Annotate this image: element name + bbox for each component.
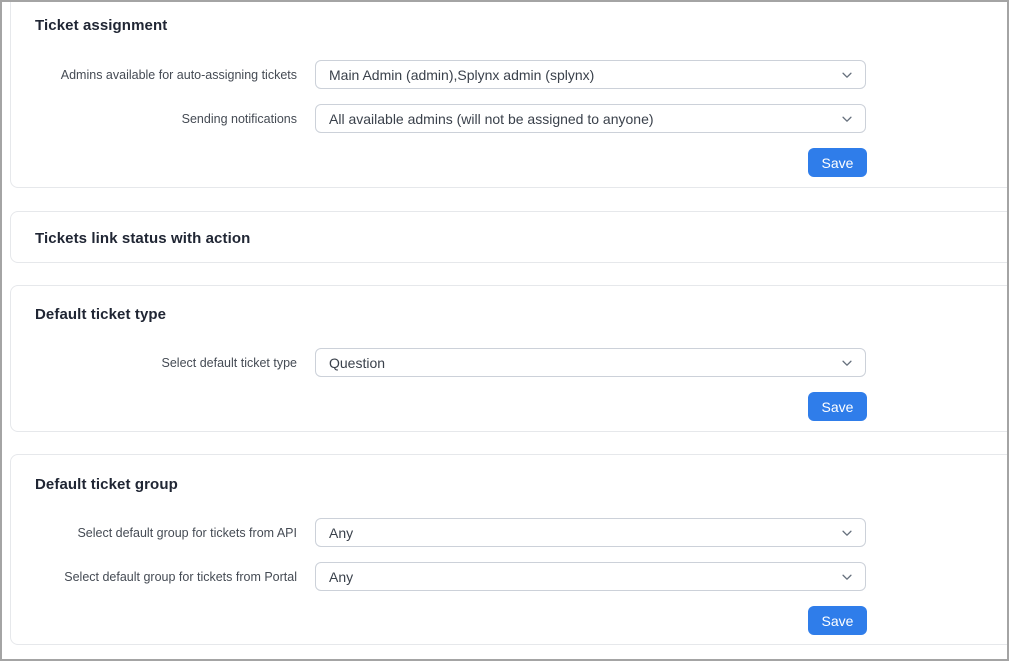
sending-notifications-select[interactable]: All available admins (will not be assign… — [315, 104, 866, 133]
chevron-down-icon — [840, 112, 854, 126]
chevron-down-icon — [840, 68, 854, 82]
sending-notifications-label: Sending notifications — [11, 112, 297, 126]
section-ticket-assignment: Ticket assignment Admins available for a… — [10, 0, 1009, 188]
default-ticket-type-select-value: Question — [329, 355, 385, 371]
section-default-ticket-group: Default ticket group Select default grou… — [10, 454, 1009, 645]
form-row-default-group-api: Select default group for tickets from AP… — [11, 518, 866, 547]
admins-auto-assign-select[interactable]: Main Admin (admin),Splynx admin (splynx) — [315, 60, 866, 89]
default-group-portal-select[interactable]: Any — [315, 562, 866, 591]
default-ticket-type-select[interactable]: Question — [315, 348, 866, 377]
settings-page: Ticket assignment Admins available for a… — [0, 0, 1009, 661]
sending-notifications-select-value: All available admins (will not be assign… — [329, 111, 654, 127]
section-title: Default ticket type — [35, 306, 166, 323]
form-row-sending-notifications: Sending notifications All available admi… — [11, 104, 866, 133]
section-default-ticket-type: Default ticket type Select default ticke… — [10, 285, 1009, 432]
section-title: Tickets link status with action — [35, 230, 250, 247]
chevron-down-icon — [840, 356, 854, 370]
section-title: Ticket assignment — [35, 17, 167, 34]
save-button[interactable]: Save — [808, 148, 867, 177]
chevron-down-icon — [840, 570, 854, 584]
section-tickets-link-status: Tickets link status with action — [10, 211, 1009, 263]
default-group-api-label: Select default group for tickets from AP… — [11, 526, 297, 540]
admins-auto-assign-label: Admins available for auto-assigning tick… — [11, 68, 297, 82]
save-button[interactable]: Save — [808, 392, 867, 421]
form-row-default-group-portal: Select default group for tickets from Po… — [11, 562, 866, 591]
form-row-default-ticket-type: Select default ticket type Question — [11, 348, 866, 377]
default-group-api-select[interactable]: Any — [315, 518, 866, 547]
default-ticket-type-label: Select default ticket type — [11, 356, 297, 370]
default-group-api-select-value: Any — [329, 525, 353, 541]
default-group-portal-label: Select default group for tickets from Po… — [11, 570, 297, 584]
section-title: Default ticket group — [35, 476, 178, 493]
default-group-portal-select-value: Any — [329, 569, 353, 585]
save-button[interactable]: Save — [808, 606, 867, 635]
form-row-admins-auto-assign: Admins available for auto-assigning tick… — [11, 60, 866, 89]
admins-auto-assign-select-value: Main Admin (admin),Splynx admin (splynx) — [329, 67, 594, 83]
chevron-down-icon — [840, 526, 854, 540]
